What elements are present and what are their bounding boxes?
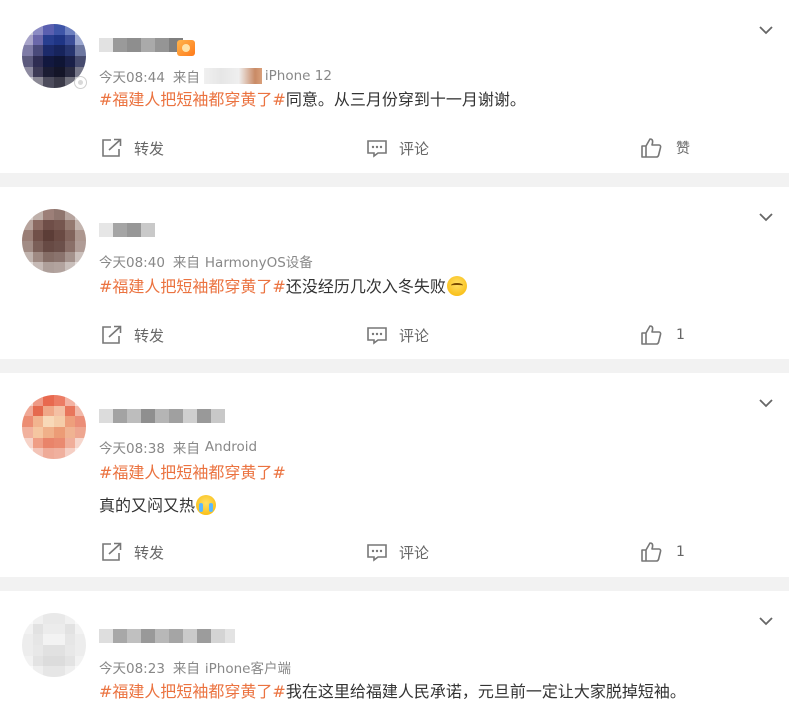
comment-button[interactable]: 评论 <box>366 136 429 160</box>
comment-label: 评论 <box>399 139 430 158</box>
comment-meta: 今天08:23 来自 iPhone客户端 <box>99 657 291 677</box>
comment-button[interactable]: 评论 <box>366 540 429 564</box>
like-button[interactable]: 赞 <box>640 136 690 160</box>
chevron-down-icon[interactable] <box>758 613 774 629</box>
source-blurred <box>203 68 262 84</box>
comment-icon <box>367 140 387 158</box>
comment-feed: 今天08:44 来自 iPhone 12 #福建人把短袖都穿黄了#同意。从三月份… <box>0 0 789 724</box>
chevron-down-icon[interactable] <box>758 209 774 225</box>
like-button[interactable]: 1 <box>640 323 685 347</box>
verified-icon <box>74 76 87 89</box>
repost-icon <box>102 325 122 344</box>
thumbs-up-icon <box>641 542 662 562</box>
action-bar: 转发 评论 赞 <box>0 136 789 160</box>
comment-card: 今天08:44 来自 iPhone 12 #福建人把短袖都穿黄了#同意。从三月份… <box>0 0 789 173</box>
repost-button[interactable]: 转发 <box>101 136 164 160</box>
hashtag-link[interactable]: #福建人把短袖都穿黄了# <box>99 277 286 296</box>
hashtag-link[interactable]: #福建人把短袖都穿黄了# <box>99 90 286 109</box>
comment-text: 真的又闷又热 <box>99 494 217 518</box>
hashtag-link[interactable]: #福建人把短袖都穿黄了# <box>99 682 286 701</box>
sly-face-emoji-icon <box>446 276 467 296</box>
repost-label: 转发 <box>134 139 165 158</box>
source-device: Android <box>204 439 258 455</box>
comment-card: 今天08:40 来自 HarmonyOS设备 #福建人把短袖都穿黄了#还没经历几… <box>0 187 789 359</box>
comment-text: #福建人把短袖都穿黄了#我在这里给福建人民承诺，元旦前一定让大家脱掉短袖。 <box>99 680 686 704</box>
comment-icon <box>367 327 387 345</box>
avatar[interactable] <box>22 209 86 273</box>
like-count: 1 <box>676 544 685 560</box>
source-prefix: 来自 <box>172 661 200 677</box>
source-prefix: 来自 <box>172 441 200 457</box>
comment-card: 今天08:23 来自 iPhone客户端 #福建人把短袖都穿黄了#我在这里给福建… <box>0 591 789 724</box>
comment-meta: 今天08:44 来自 iPhone 12 <box>99 66 332 86</box>
action-bar: 转发 评论 1 <box>0 540 789 564</box>
avatar[interactable] <box>22 395 86 459</box>
username[interactable] <box>99 409 225 423</box>
repost-label: 转发 <box>134 326 165 345</box>
repost-icon <box>102 542 122 561</box>
crying-face-emoji-icon <box>196 495 217 515</box>
username[interactable] <box>99 629 235 643</box>
source-prefix: 来自 <box>172 70 200 86</box>
comment-body: 同意。从三月份穿到十一月谢谢。 <box>285 90 526 109</box>
repost-button[interactable]: 转发 <box>101 540 164 564</box>
comment-body: 我在这里给福建人民承诺，元旦前一定让大家脱掉短袖。 <box>285 682 686 701</box>
source-device: HarmonyOS设备 <box>204 255 313 271</box>
thumbs-up-icon <box>641 325 662 345</box>
comment-hashtag-line: #福建人把短袖都穿黄了# <box>99 461 286 485</box>
comment-meta: 今天08:40 来自 HarmonyOS设备 <box>99 251 313 271</box>
like-button[interactable]: 1 <box>640 540 685 564</box>
username[interactable] <box>99 223 155 237</box>
comment-body: 还没经历几次入冬失败 <box>285 277 446 296</box>
avatar[interactable] <box>22 613 86 677</box>
comment-button[interactable]: 评论 <box>366 323 429 347</box>
repost-label: 转发 <box>134 543 165 562</box>
repost-icon <box>102 138 122 157</box>
comment-label: 评论 <box>399 543 430 562</box>
level-badge-icon <box>177 40 195 56</box>
like-count: 1 <box>676 327 685 343</box>
thumbs-up-icon <box>641 138 662 158</box>
comment-body: 真的又闷又热 <box>99 496 196 515</box>
comment-text: #福建人把短袖都穿黄了#还没经历几次入冬失败 <box>99 275 467 299</box>
comment-meta: 今天08:38 来自 Android <box>99 437 257 457</box>
timestamp: 今天08:23 <box>99 661 165 677</box>
timestamp: 今天08:40 <box>99 255 165 271</box>
source-prefix: 来自 <box>172 255 200 271</box>
username[interactable] <box>99 38 183 52</box>
timestamp: 今天08:44 <box>99 70 165 86</box>
chevron-down-icon[interactable] <box>758 395 774 411</box>
hashtag-link[interactable]: #福建人把短袖都穿黄了# <box>99 463 286 482</box>
comment-label: 评论 <box>399 326 430 345</box>
repost-button[interactable]: 转发 <box>101 323 164 347</box>
comment-text: #福建人把短袖都穿黄了#同意。从三月份穿到十一月谢谢。 <box>99 88 526 112</box>
comment-card: 今天08:38 来自 Android #福建人把短袖都穿黄了# 真的又闷又热 转… <box>0 373 789 577</box>
comment-icon <box>367 544 387 562</box>
timestamp: 今天08:38 <box>99 441 165 457</box>
chevron-down-icon[interactable] <box>758 22 774 38</box>
action-bar: 转发 评论 1 <box>0 323 789 347</box>
source-device: iPhone客户端 <box>204 661 291 677</box>
like-label: 赞 <box>676 141 690 157</box>
source-device: iPhone 12 <box>264 68 332 84</box>
